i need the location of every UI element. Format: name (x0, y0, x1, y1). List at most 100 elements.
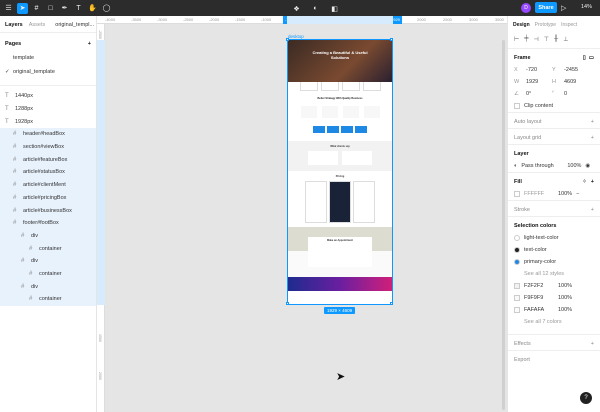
align-bottom-icon[interactable]: ⊥ (563, 36, 568, 43)
raw-color-item[interactable]: F9F9F9 100% (508, 292, 600, 304)
ruler-tick-label: -3000 (157, 17, 168, 22)
layer-row[interactable]: # div (0, 280, 96, 293)
avatar[interactable]: D (521, 3, 531, 13)
raw-color-item[interactable]: F2F2F2 100% (508, 280, 600, 292)
layer-row[interactable]: # header#headBox (0, 128, 96, 141)
color-swatch (514, 259, 520, 265)
move-tool-icon[interactable]: ➤ (17, 2, 28, 14)
color-hex: F2F2F2 (524, 283, 544, 289)
text-tool-icon[interactable]: T (73, 3, 84, 14)
shape-tool-icon[interactable]: □ (45, 3, 56, 14)
layer-row[interactable]: # article#businessBox (0, 204, 96, 217)
layer-row[interactable]: T 1440px (0, 90, 96, 103)
tab-assets[interactable]: Assets (29, 22, 46, 28)
checkmark-icon: ✓ (5, 69, 10, 75)
rotation-input[interactable]: 0° (526, 91, 531, 97)
file-name[interactable]: original_templ... (55, 22, 94, 28)
height-input[interactable]: 4609 (564, 79, 576, 85)
help-button[interactable]: ? (580, 392, 592, 404)
portrait-icon[interactable]: ▯ (583, 55, 586, 61)
component-icon[interactable]: ❖ (291, 3, 302, 14)
frame-layer-icon: # (13, 169, 17, 176)
align-top-icon[interactable]: ⊤ (544, 36, 549, 43)
layer-row[interactable]: # footer#footBox (0, 216, 96, 230)
layer-row[interactable]: # article#clientMent (0, 178, 96, 192)
boolean-icon[interactable]: ◧ (329, 3, 340, 14)
layer-row[interactable]: # container (0, 267, 96, 281)
align-right-icon[interactable]: ⊣ (534, 36, 539, 43)
layer-row[interactable]: # article#featureBox (0, 153, 96, 167)
frame-label[interactable]: desktop (288, 34, 304, 39)
align-center-icon[interactable]: ╪ (524, 36, 528, 43)
align-left-icon[interactable]: ⊢ (514, 36, 519, 43)
resize-handle-tl[interactable] (286, 38, 289, 41)
price-card (305, 181, 327, 223)
add-fill-icon[interactable]: + (591, 179, 594, 185)
layer-row[interactable]: # article#statusBox (0, 166, 96, 179)
color-style-item[interactable]: text-color (508, 244, 600, 256)
share-button[interactable]: Share (535, 2, 557, 13)
raw-color-item[interactable]: FAFAFA 100% (508, 304, 600, 316)
layer-label: 1288px (15, 106, 34, 113)
footer-section (288, 277, 392, 291)
page-item[interactable]: template (0, 51, 96, 65)
comment-tool-icon[interactable]: ◯ (101, 3, 112, 14)
layer-row[interactable]: # container (0, 293, 96, 306)
add-effect-icon[interactable]: + (591, 341, 594, 347)
page-item[interactable]: ✓ original_template (0, 65, 96, 79)
color-swatch (514, 235, 520, 241)
see-all-colors-link[interactable]: See all 7 colors (508, 316, 600, 328)
right-panel-tabs: Design Prototype Inspect (508, 16, 600, 31)
layer-row[interactable]: T 1288px (0, 103, 96, 116)
layer-row[interactable]: # section#viewBox (0, 140, 96, 154)
hand-tool-icon[interactable]: ✋ (87, 3, 98, 14)
radius-input[interactable]: 0 (564, 91, 567, 97)
blend-mode-select[interactable]: Pass through (521, 163, 559, 169)
add-auto-layout-icon[interactable]: + (591, 119, 594, 125)
color-style-item[interactable]: primary-color (508, 256, 600, 268)
stroke-header: Stroke + (514, 207, 594, 213)
remove-fill-icon[interactable]: − (576, 191, 579, 197)
canvas-scrollbar[interactable] (502, 40, 505, 410)
layer-label: container (39, 245, 62, 252)
tab-prototype[interactable]: Prototype (535, 22, 556, 28)
x-input[interactable]: -720 (526, 67, 537, 73)
testimonial-card (342, 151, 372, 165)
layer-row[interactable]: # div (0, 229, 96, 243)
main-menu-icon[interactable]: ☰ (3, 3, 14, 14)
add-stroke-icon[interactable]: + (591, 207, 594, 213)
tab-design[interactable]: Design (513, 22, 530, 28)
frame-layer-icon: # (21, 258, 25, 265)
clip-content-checkbox[interactable] (514, 103, 520, 109)
width-input[interactable]: 1929 (526, 79, 538, 85)
layer-row[interactable]: # container (0, 242, 96, 255)
add-page-icon[interactable]: + (88, 41, 91, 47)
fill-hex-input[interactable]: FFFFFF (524, 191, 554, 197)
layer-opacity-input[interactable]: 100% (567, 163, 581, 169)
resize-handle-br[interactable] (390, 302, 393, 305)
tab-inspect[interactable]: Inspect (561, 22, 577, 28)
frame-tool-icon[interactable]: # (31, 3, 42, 14)
y-input[interactable]: -2455 (564, 67, 578, 73)
desktop-frame[interactable]: Creating a Beautiful & Useful Solutions … (287, 39, 393, 305)
pen-tool-icon[interactable]: ✒ (59, 3, 70, 14)
fill-swatch[interactable] (514, 191, 520, 197)
resize-handle-tr[interactable] (390, 38, 393, 41)
layer-row[interactable]: # div (0, 254, 96, 268)
present-icon[interactable]: ▷ (561, 4, 566, 12)
resize-handle-bl[interactable] (286, 302, 289, 305)
color-style-item[interactable]: light-text-color (508, 232, 600, 244)
align-middle-icon[interactable]: ╫ (554, 36, 558, 43)
mask-icon[interactable]: ◐ (310, 3, 321, 14)
fill-opacity-input[interactable]: 100% (558, 191, 572, 197)
fill-styles-icon[interactable]: ⁘ (582, 179, 587, 185)
fill-header: Fill ⁘ + (514, 179, 594, 185)
landscape-icon[interactable]: ▭ (589, 55, 594, 61)
layer-row[interactable]: # article#pricingBox (0, 191, 96, 205)
see-all-styles-link[interactable]: See all 12 styles (508, 268, 600, 280)
visibility-icon[interactable]: ◉ (585, 163, 590, 169)
zoom-level[interactable]: 14% (581, 4, 592, 10)
layer-row[interactable]: T 1928px (0, 115, 96, 128)
tab-layers[interactable]: Layers (5, 22, 23, 28)
add-layout-grid-icon[interactable]: + (591, 135, 594, 141)
